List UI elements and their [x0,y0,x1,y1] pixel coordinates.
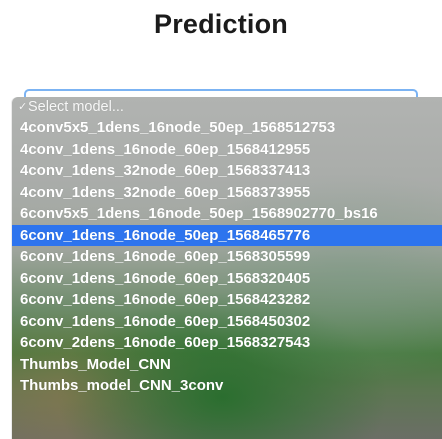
dropdown-option[interactable]: 6conv_1dens_16node_60ep_1568450302 [12,311,442,333]
dropdown-option[interactable]: 6conv_1dens_16node_60ep_1568305599 [12,246,442,268]
dropdown-option[interactable]: 4conv_1dens_32node_60ep_1568337413 [12,160,442,182]
model-dropdown-menu[interactable]: ✓Select model... 4conv5x5_1dens_16node_5… [12,97,442,439]
placeholder-label: Select model... [28,99,124,115]
dropdown-option-placeholder[interactable]: ✓Select model... [12,97,442,117]
dropdown-option[interactable]: 6conv_2dens_16node_60ep_1568327543 [12,332,442,354]
dropdown-option[interactable]: 4conv_1dens_32node_60ep_1568373955 [12,182,442,204]
dropdown-option[interactable]: Thumbs_model_CNN_3conv [12,375,442,397]
dropdown-option[interactable]: Thumbs_Model_CNN [12,354,442,376]
dropdown-option[interactable]: 4conv5x5_1dens_16node_50ep_1568512753 [12,117,442,139]
dropdown-option[interactable]: 6conv_1dens_16node_60ep_1568320405 [12,268,442,290]
dropdown-option[interactable]: 6conv5x5_1dens_16node_50ep_1568902770_bs… [12,203,442,225]
dropdown-option[interactable]: 6conv_1dens_16node_60ep_1568423282 [12,289,442,311]
dropdown-option-highlighted[interactable]: 6conv_1dens_16node_50ep_1568465776 [12,224,442,246]
checkmark-icon: ✓ [18,101,28,113]
page-title: Prediction [153,9,289,39]
dropdown-option[interactable]: 4conv_1dens_16node_60ep_1568412955 [12,139,442,161]
